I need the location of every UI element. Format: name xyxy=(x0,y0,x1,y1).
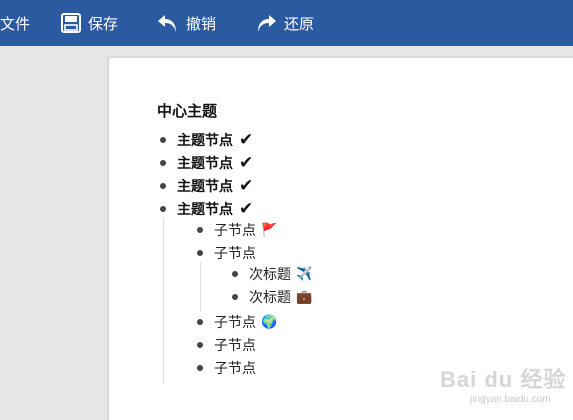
bullet-icon xyxy=(160,206,166,212)
bullet-icon xyxy=(160,137,166,143)
child-node-label: 子节点 xyxy=(214,361,256,377)
bullet-icon xyxy=(232,271,238,277)
save-label: 保存 xyxy=(88,14,119,33)
flag-icon: 🚩 xyxy=(261,222,278,238)
bullet-icon xyxy=(197,365,203,371)
main-topic-node[interactable]: 主题节点 ✔ xyxy=(160,176,253,196)
main-topic-label: 主题节点 xyxy=(177,133,233,149)
child-node-label: 子节点 xyxy=(214,338,256,354)
file-menu-button[interactable]: 文件 xyxy=(0,0,30,46)
briefcase-icon: 💼 xyxy=(296,289,313,305)
undo-button[interactable]: 撤销 xyxy=(156,0,216,46)
child-node[interactable]: 子节点 xyxy=(197,335,256,355)
sub-node-label: 次标题 xyxy=(249,267,291,283)
main-topic-node[interactable]: 主题节点 ✔ xyxy=(160,199,253,219)
baidu-watermark: Bai du 经验 xyxy=(440,367,567,392)
main-topic-node[interactable]: 主题节点 ✔ xyxy=(160,153,253,173)
check-mark-icon: ✔ xyxy=(239,175,254,196)
globe-icon: 🌍 xyxy=(261,314,278,330)
sub-node-label: 次标题 xyxy=(249,290,291,306)
undo-icon xyxy=(156,11,180,35)
bullet-icon xyxy=(160,160,166,166)
main-topic-node[interactable]: 主题节点 ✔ xyxy=(160,130,253,150)
outline-guide-line xyxy=(163,218,164,384)
outline-guide-line xyxy=(200,262,201,312)
bullet-icon xyxy=(160,183,166,189)
watermark-url: jingyan.baidu.com xyxy=(470,394,551,405)
sub-node[interactable]: 次标题 💼 xyxy=(232,287,312,307)
check-mark-icon: ✔ xyxy=(239,152,254,173)
redo-label: 还原 xyxy=(284,14,315,33)
redo-button[interactable]: 还原 xyxy=(254,0,314,46)
top-toolbar: 文件 保存 撤销 还原 xyxy=(0,0,573,46)
check-mark-icon: ✔ xyxy=(239,129,254,150)
save-icon xyxy=(60,12,82,34)
bullet-icon xyxy=(197,227,203,233)
bullet-icon xyxy=(197,250,203,256)
child-node-label: 子节点 xyxy=(214,223,256,239)
undo-label: 撤销 xyxy=(186,14,217,33)
child-node[interactable]: 子节点 🚩 xyxy=(197,220,277,240)
save-button[interactable]: 保存 xyxy=(60,0,118,46)
check-mark-icon: ✔ xyxy=(239,198,254,219)
bullet-icon xyxy=(197,342,203,348)
airplane-icon: ✈️ xyxy=(296,266,313,282)
main-topic-label: 主题节点 xyxy=(177,202,233,218)
child-node-label: 子节点 xyxy=(214,246,256,262)
child-node[interactable]: 子节点 xyxy=(197,243,256,263)
bullet-icon xyxy=(232,294,238,300)
child-node[interactable]: 子节点 🌍 xyxy=(197,312,277,332)
bullet-icon xyxy=(197,319,203,325)
child-node-label: 子节点 xyxy=(214,315,256,331)
sub-node[interactable]: 次标题 ✈️ xyxy=(232,264,312,284)
main-topic-label: 主题节点 xyxy=(177,179,233,195)
redo-icon xyxy=(254,11,278,35)
root-topic-title[interactable]: 中心主题 xyxy=(157,100,217,121)
main-topic-label: 主题节点 xyxy=(177,156,233,172)
child-node[interactable]: 子节点 xyxy=(197,358,256,378)
file-menu-label: 文件 xyxy=(0,14,31,33)
